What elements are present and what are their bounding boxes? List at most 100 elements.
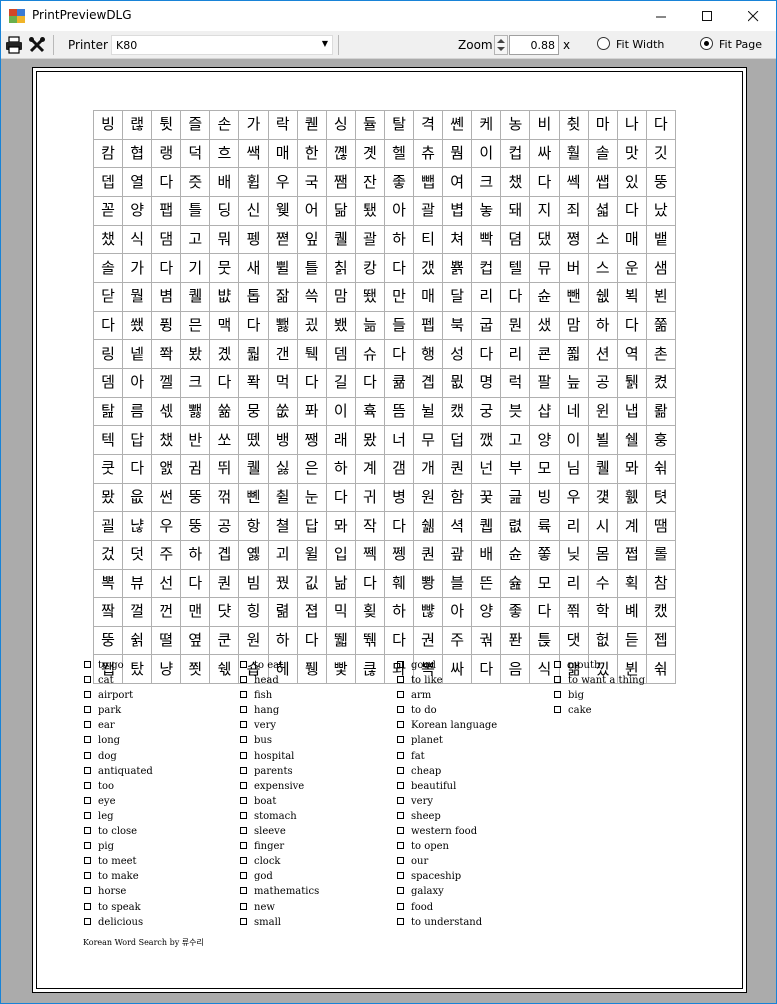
word-list-column: to go cat airport park ear long dog antiquated t…	[84, 658, 153, 930]
grid-cell: 쎅	[558, 167, 589, 197]
grid-cell: 쬒	[558, 597, 589, 627]
checkbox-icon	[84, 721, 91, 729]
printer-select[interactable]: K80 ▼	[111, 35, 333, 55]
zoom-input[interactable]: 0.88	[509, 35, 559, 55]
grid-cell: 다	[151, 167, 182, 197]
word-text: to close	[98, 826, 138, 838]
word-list-item: leg	[84, 809, 153, 824]
grid-cell: 다	[354, 568, 385, 599]
word-list-item: very	[240, 718, 319, 733]
grid-cell: 마	[587, 110, 618, 140]
grid-cell: 티	[413, 224, 444, 255]
grid-row: 뽁뷰선다퀀빔꿨깂낢다훼뽱블뜬슖모리수획참	[92, 568, 676, 599]
minimize-button[interactable]	[638, 1, 684, 31]
grid-cell: 몸	[587, 539, 618, 570]
grid-cell: 답	[122, 425, 153, 455]
grid-cell: 손	[209, 110, 240, 140]
print-button[interactable]	[4, 35, 24, 55]
grid-cell: 쬛	[558, 339, 589, 369]
grid-cell: 들	[383, 310, 415, 341]
grid-cell: 륙	[529, 511, 560, 541]
grid-cell: 잔	[354, 167, 385, 197]
grid-cell: 님	[558, 453, 589, 484]
word-text: hang	[254, 705, 280, 717]
grid-cell: 명	[471, 367, 502, 398]
grid-cell: 이	[558, 425, 589, 455]
grid-cell: 뮚	[442, 367, 473, 398]
zoom-spinner[interactable]	[494, 35, 508, 55]
grid-cell: 퀀	[209, 568, 240, 599]
grid-cell: 깼	[471, 425, 502, 455]
fit-page-label[interactable]: Fit Page	[719, 38, 762, 51]
grid-cell: 퀀	[413, 539, 444, 570]
word-text: expensive	[254, 780, 305, 792]
maximize-button[interactable]	[684, 1, 730, 31]
grid-row: 텍답챘반쏘뗐뱅쨍래뫘너무덥깼고양이뵐쉘훙	[92, 425, 676, 455]
word-list-item: airport	[84, 688, 153, 703]
grid-cell: 뎀	[92, 367, 124, 398]
fit-width-radio[interactable]	[597, 37, 610, 50]
grid-cell: 졉	[296, 597, 327, 627]
grid-cell: 쀨	[267, 253, 298, 283]
fit-width-label[interactable]: Fit Width	[616, 38, 664, 51]
word-text: small	[254, 916, 281, 928]
spin-up-icon[interactable]	[497, 39, 505, 43]
grid-cell: 뫄	[325, 511, 356, 541]
settings-button[interactable]	[27, 35, 47, 55]
grid-row: 링넽쫙봤곘뤏갠퉥뎀슈다행성다리쿈쬛션역촌	[92, 339, 676, 369]
title-bar[interactable]: PrintPreviewDLG	[1, 1, 776, 31]
grid-cell: 원	[238, 625, 269, 656]
grid-cell: 넽	[122, 339, 153, 369]
grid-cell: 땜	[645, 511, 676, 541]
grid-cell: 뵉	[616, 281, 647, 312]
printer-label: Printer	[68, 38, 108, 52]
grid-cell: 양	[122, 195, 153, 226]
word-list-item: delicious	[84, 915, 153, 930]
grid-cell: 뫘	[354, 425, 385, 455]
grid-cell: 궊	[471, 625, 502, 656]
printer-icon	[6, 36, 22, 54]
word-list-column: to eat head fish hang very bus hospital parents…	[240, 658, 319, 930]
checkbox-icon	[84, 872, 91, 880]
grid-cell: 펭	[238, 224, 269, 255]
grid-cell: 매	[267, 138, 298, 169]
grid-cell: 좋	[500, 597, 531, 627]
grid-cell: 수	[587, 568, 618, 599]
checkbox-icon	[397, 827, 404, 835]
grid-cell: 놓	[471, 195, 502, 226]
checkbox-icon	[397, 706, 404, 714]
grid-cell: 하	[325, 453, 356, 484]
print-preview-window: PrintPreviewDLG Printer K80 ▼ Zoom 0.88 …	[0, 0, 777, 1004]
grid-cell: 쫙	[151, 339, 182, 369]
grid-cell: 닫	[92, 281, 124, 312]
word-text: to open	[411, 841, 449, 853]
grid-cell: 뾇	[180, 396, 211, 427]
fit-page-radio[interactable]	[700, 37, 713, 50]
grid-cell: 소	[587, 224, 618, 255]
word-list-item: cake	[554, 703, 645, 718]
close-button[interactable]	[730, 1, 776, 31]
checkbox-icon	[84, 706, 91, 714]
checkbox-icon	[240, 781, 247, 789]
grid-row: 뚱쉵뗠옆쿤원하다뛟뛖다권주궊퐌튽댓헚듣젭	[92, 625, 676, 656]
grid-cell: 껄	[122, 597, 153, 627]
word-text: to like	[411, 675, 443, 687]
grid-cell: 쪙	[558, 224, 589, 255]
grid-cell: 쓞	[209, 396, 240, 427]
grid-cell: 양	[471, 597, 502, 627]
word-list-item: horse	[84, 884, 153, 899]
grid-cell: 다	[383, 511, 415, 541]
spin-down-icon[interactable]	[497, 47, 505, 51]
word-list-item: spaceship	[397, 869, 497, 884]
grid-cell: 쉢	[587, 281, 618, 312]
grid-cell: 굽	[471, 310, 502, 341]
grid-row: 빙랞튓즐손가락퀟싱듈탈격쏀케농비췻마나다	[92, 110, 676, 140]
printer-select-value: K80	[116, 39, 138, 52]
word-list-item: Korean language	[397, 718, 497, 733]
window-title: PrintPreviewDLG	[32, 8, 132, 22]
word-text: bus	[254, 735, 272, 747]
grid-cell: 뎜	[500, 224, 531, 255]
grid-cell: 뗠	[151, 625, 182, 656]
checkbox-icon	[397, 751, 404, 759]
checkbox-icon	[240, 661, 247, 668]
